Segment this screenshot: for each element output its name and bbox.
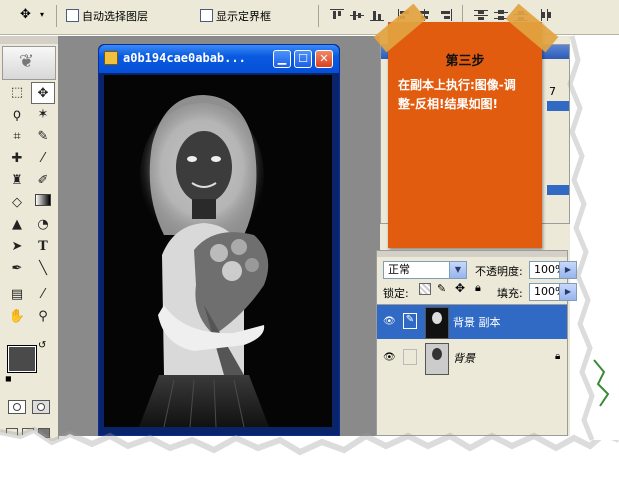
- layer-row-background-copy[interactable]: 👁︎ ✎ 背景 副本: [377, 305, 567, 339]
- blend-mode-value: 正常: [388, 263, 410, 276]
- line-tool-icon[interactable]: ╲: [31, 258, 55, 280]
- link-slot[interactable]: [403, 349, 417, 365]
- brush-tool-icon[interactable]: ⁄: [31, 148, 55, 170]
- gradient-tool-icon[interactable]: [31, 192, 55, 214]
- layer-row-background[interactable]: 👁︎ 背景 🔒︎: [377, 341, 567, 375]
- minimize-button[interactable]: ▁: [273, 50, 291, 68]
- move-tool-icon[interactable]: ✥: [31, 82, 55, 104]
- feather-icon: ❦: [19, 51, 35, 72]
- distribute-left-button[interactable]: [540, 9, 554, 21]
- default-colors-icon[interactable]: ◼: [5, 374, 12, 383]
- clone-stamp-tool-icon[interactable]: ♜: [5, 170, 29, 192]
- document-title: a0b194cae0abab...: [123, 51, 246, 65]
- tutorial-note: 第三步 在副本上执行:图像-调 整-反相!结果如图!: [373, 3, 559, 248]
- layer-name: 背景 副本: [453, 316, 501, 329]
- eyedropper-tool-icon[interactable]: ⁄: [31, 284, 55, 306]
- show-bounding-box-checkbox[interactable]: [200, 9, 213, 22]
- eye-icon[interactable]: 👁︎: [383, 316, 396, 327]
- inverted-photo-of-girl-with-bouquet: [104, 75, 332, 427]
- type-tool-icon[interactable]: T: [31, 236, 55, 258]
- standard-mode-button[interactable]: [8, 400, 26, 414]
- opacity-label: 不透明度:: [475, 265, 523, 278]
- note-line-2: 整-反相!结果如图!: [398, 97, 498, 111]
- blend-mode-select[interactable]: 正常 ▼: [383, 261, 467, 279]
- distribute-top-button[interactable]: [474, 9, 488, 21]
- align-vertical-centers-button[interactable]: [350, 9, 364, 21]
- tool-preset-dropdown-icon[interactable]: ▾: [40, 10, 44, 19]
- pen-tool-icon[interactable]: ✒: [5, 258, 29, 280]
- note-line-1: 在副本上执行:图像-调: [398, 78, 516, 92]
- maximize-button[interactable]: ☐: [294, 50, 312, 68]
- eraser-tool-icon[interactable]: ◇: [5, 192, 29, 214]
- auto-select-layer-label: 自动选择图层: [82, 10, 148, 23]
- healing-brush-tool-icon[interactable]: ✚: [5, 148, 29, 170]
- foreground-color-swatch[interactable]: [7, 345, 37, 373]
- align-bottom-edges-button[interactable]: [370, 9, 384, 21]
- slice-tool-icon[interactable]: ✎: [31, 126, 55, 148]
- lasso-tool-icon[interactable]: ϙ: [5, 104, 29, 126]
- path-selection-tool-icon[interactable]: ➤: [5, 236, 29, 258]
- document-titlebar[interactable]: a0b194cae0abab... ▁ ☐ ✕: [99, 45, 339, 73]
- lock-icon: 🔒︎: [555, 351, 561, 362]
- lock-image-icon[interactable]: ✎: [437, 282, 446, 295]
- note-body: 在副本上执行:图像-调 整-反相!结果如图!: [398, 76, 538, 114]
- layers-panel: 正常 ▼ 不透明度: 100% ▶ 锁定: ✎ ✥ 🔒︎ 填充: 100% ▶ …: [376, 250, 577, 436]
- show-bounding-box-label: 显示定界框: [216, 10, 271, 23]
- screen-mode-full-button[interactable]: [38, 428, 50, 438]
- swap-colors-icon[interactable]: ↺: [38, 340, 46, 351]
- lock-transparency-icon[interactable]: [419, 283, 431, 295]
- opacity-slider-icon[interactable]: ▶: [559, 262, 576, 278]
- layer-name: 背景: [453, 352, 475, 365]
- layer-thumbnail: [425, 343, 449, 375]
- layer-thumbnail: [425, 307, 449, 339]
- quick-mask-mode-button[interactable]: [32, 400, 50, 414]
- separator: [56, 5, 57, 27]
- tools-panel-header: [0, 36, 58, 44]
- hand-tool-icon[interactable]: ✋: [5, 306, 29, 328]
- blur-tool-icon[interactable]: ▲: [5, 214, 29, 236]
- tools-panel: ❦ ⬚ ✥ ϙ ✶ ⌗ ✎ ✚ ⁄ ♜ ✐ ◇ ▲ ◔ ➤ T ✒ ╲ ▤ ⁄ …: [0, 36, 59, 441]
- screen-mode-menus-button[interactable]: [22, 428, 34, 438]
- notes-tool-icon[interactable]: ▤: [5, 284, 29, 306]
- image-canvas[interactable]: [104, 75, 332, 427]
- zoom-tool-icon[interactable]: ⚲: [31, 306, 55, 328]
- lock-position-icon[interactable]: ✥: [455, 281, 465, 295]
- brush-link-icon[interactable]: ✎: [403, 313, 417, 329]
- panel-row-highlight: [547, 185, 569, 195]
- fill-input[interactable]: 100% ▶: [529, 283, 577, 301]
- separator: [318, 5, 319, 27]
- panel-row-highlight: [547, 101, 569, 111]
- lock-all-icon[interactable]: 🔒︎: [475, 281, 481, 295]
- move-tool-icon[interactable]: ✥: [20, 7, 31, 22]
- document-window: a0b194cae0abab... ▁ ☐ ✕: [98, 44, 340, 436]
- opacity-input[interactable]: 100% ▶: [529, 261, 577, 279]
- magic-wand-tool-icon[interactable]: ✶: [31, 104, 55, 126]
- marquee-tool-icon[interactable]: ⬚: [5, 82, 29, 104]
- align-top-edges-button[interactable]: [330, 9, 344, 21]
- layers-panel-tab-strip: [377, 251, 567, 257]
- align-right-edges-button[interactable]: [438, 9, 452, 21]
- partial-value: 7: [549, 85, 556, 98]
- chevron-down-icon[interactable]: ▼: [449, 262, 466, 278]
- screen-mode-standard-button[interactable]: [6, 428, 18, 438]
- crop-tool-icon[interactable]: ⌗: [5, 126, 29, 148]
- dodge-tool-icon[interactable]: ◔: [31, 214, 55, 236]
- auto-select-layer-checkbox[interactable]: [66, 9, 79, 22]
- lock-label: 锁定:: [383, 287, 409, 300]
- screenshot-stage: ✥ ▾ 自动选择图层 显示定界框 ❦ ⬚ ✥ ϙ ✶ ⌗ ✎ ✚ ⁄ ♜ ✐ ◇…: [0, 0, 619, 479]
- eye-icon[interactable]: 👁︎: [383, 352, 396, 363]
- photoshop-feather-logo[interactable]: ❦: [2, 46, 56, 80]
- note-title: 第三步: [445, 54, 485, 69]
- fill-slider-icon[interactable]: ▶: [559, 284, 576, 300]
- document-icon: [104, 51, 118, 65]
- fill-label: 填充:: [497, 287, 523, 300]
- history-brush-tool-icon[interactable]: ✐: [31, 170, 55, 192]
- close-button[interactable]: ✕: [315, 50, 333, 68]
